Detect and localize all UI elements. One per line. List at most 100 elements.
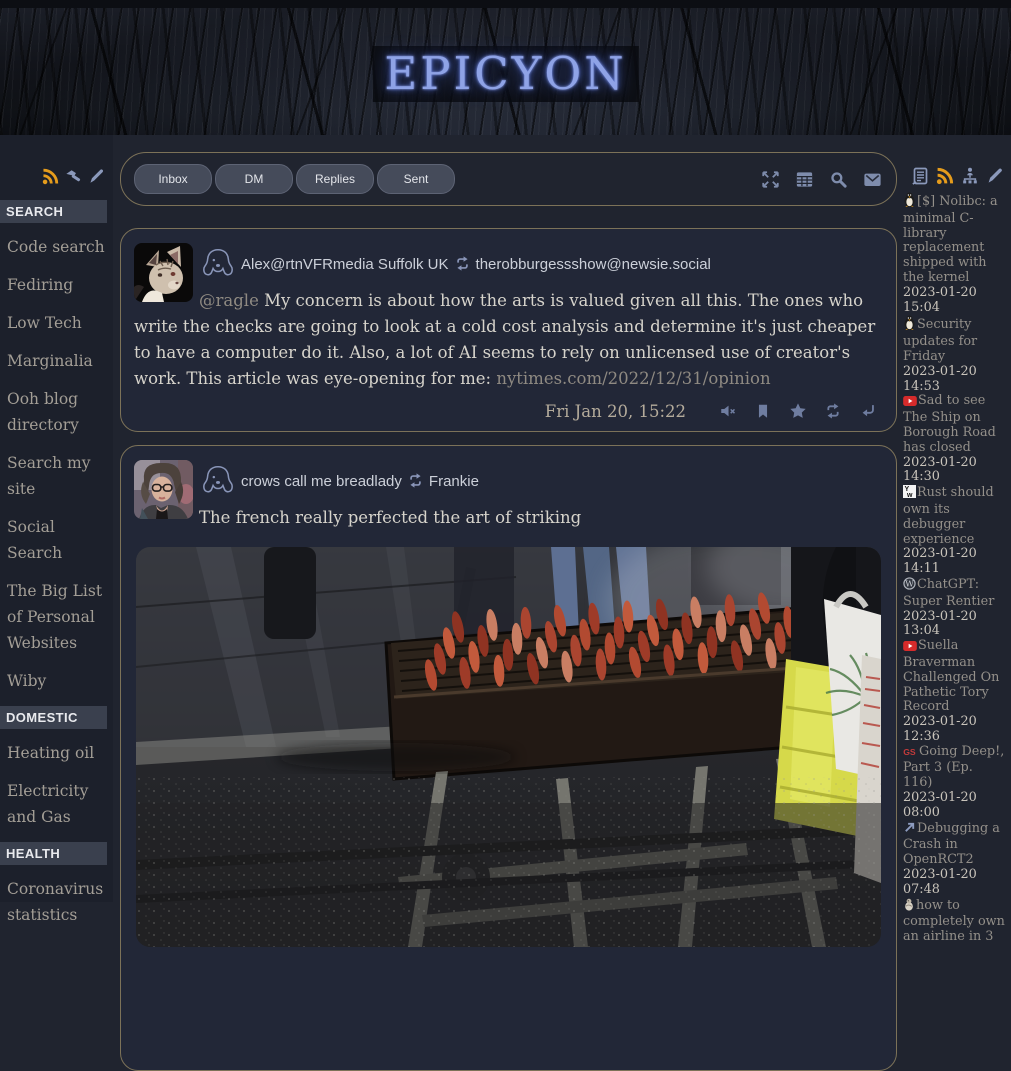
person-dog-icon (199, 244, 237, 282)
top-strip (0, 0, 1011, 8)
tab-dm[interactable]: DM (215, 164, 293, 194)
newswire-item: GSGoing Deep!, Part 3 (Ep. 116)2023-01-2… (903, 745, 1005, 821)
post-photo[interactable] (136, 547, 881, 947)
newswire-item-date: 2023-01-20 08:00 (903, 791, 1005, 821)
sidebar-link[interactable]: Ooh blog directory (7, 386, 109, 438)
links-sidebar-icons (0, 135, 113, 194)
newswire-item: WChatGPT: Super Rentier2023-01-20 13:04 (903, 577, 1005, 639)
youtube-icon (903, 641, 917, 656)
post-timestamp[interactable]: Fri Jan 20, 15:22 (545, 402, 686, 421)
penguin-icon (903, 315, 916, 335)
sidebar-link[interactable]: Heating oil (7, 740, 109, 766)
pen-icon[interactable] (985, 166, 1005, 186)
newswire-item-date: 2023-01-20 14:11 (903, 547, 1005, 577)
post-footer: Fri Jan 20, 15:22 (134, 402, 883, 421)
share-tree-icon[interactable] (960, 166, 980, 186)
envelope-icon[interactable] (862, 169, 883, 190)
newswire-item: how to completely own an airline in 3 (903, 898, 1005, 945)
rss-icon[interactable] (935, 166, 955, 186)
sidebar-heading-domestic: DOMESTIC (0, 706, 107, 729)
svg-text:w: w (906, 492, 913, 499)
rss-icon[interactable] (41, 167, 60, 186)
sidebar-link[interactable]: Marginalia (7, 348, 109, 374)
penguin-icon (903, 192, 916, 212)
expand-icon[interactable] (760, 169, 781, 190)
youtube-icon (903, 396, 917, 411)
post-card: crows call me breadlady Frankie The frenc… (120, 445, 897, 1071)
pen-icon[interactable] (87, 167, 106, 186)
svg-text:W: W (905, 578, 914, 588)
post-card: Alex@rtnVFRmedia Suffolk UK therobburgess… (120, 228, 897, 432)
tab-replies[interactable]: Replies (296, 164, 374, 194)
wordpress-icon: W (903, 577, 916, 595)
post-link[interactable]: nytimes.com/2022/12/31/opinion (496, 369, 770, 388)
boost-icon (407, 472, 424, 489)
reply-icon[interactable] (859, 402, 877, 420)
repeat-icon[interactable] (824, 402, 842, 420)
post-body: The french really perfected the art of s… (134, 505, 883, 531)
sidebar-heading-search: SEARCH (0, 200, 107, 223)
person-dog-icon (199, 461, 237, 499)
bookmark-icon[interactable] (754, 402, 772, 420)
bird-icon (903, 898, 915, 916)
yw-icon: Yw (903, 485, 916, 503)
newswire-icons (903, 152, 1007, 192)
sidebar-link[interactable]: The Big List of Personal Websites (7, 578, 109, 656)
search-icon[interactable] (828, 169, 849, 190)
post-recipient[interactable]: therobburgessshow@newsie.social (476, 256, 711, 273)
sidebar-link[interactable]: Coronavirus statistics (7, 876, 109, 928)
newswire-item-title[interactable]: how to completely own an airline in 3 (903, 898, 1005, 945)
newswire-item: Suella Braverman Challenged On Pathetic … (903, 639, 1005, 745)
sidebar-link[interactable]: Low Tech (7, 310, 109, 336)
table-icon[interactable] (794, 169, 815, 190)
newswire-list: [$] Nolibc: a minimal C-library replacem… (903, 192, 1007, 945)
avatar[interactable] (134, 243, 193, 302)
newswire-item-title[interactable]: Rust should own its debugger experience (903, 485, 994, 546)
post-recipient[interactable]: Frankie (429, 473, 479, 490)
gs-icon: GS (903, 747, 918, 762)
newswire-item-date: 2023-01-20 14:53 (903, 365, 1005, 395)
mute-icon[interactable] (719, 402, 737, 420)
sidebar-link[interactable]: Code search (7, 234, 109, 260)
post-author-row: Alex@rtnVFRmedia Suffolk UK therobburgess… (134, 243, 883, 286)
newswire-item-date: 2023-01-20 07:48 (903, 868, 1005, 898)
newswire-item-date: 2023-01-20 13:04 (903, 610, 1005, 640)
newswire-item-date: 2023-01-20 12:36 (903, 715, 1005, 745)
sidebar-link[interactable]: Wiby (7, 668, 109, 694)
newswire-column: [$] Nolibc: a minimal C-library replacem… (903, 152, 1007, 945)
timeline-tabbar: InboxDMRepliesSent (120, 152, 897, 206)
newswire-item: [$] Nolibc: a minimal C-library replacem… (903, 192, 1005, 315)
sidebar-link[interactable]: Fediring (7, 272, 109, 298)
site-banner[interactable]: EPICYON (0, 8, 1011, 135)
newswire-item-title[interactable]: Suella Braverman Challenged On Pathetic … (903, 638, 999, 714)
post-body: @ragle My concern is about how the arts … (134, 288, 883, 392)
newswire-item-title[interactable]: [$] Nolibc: a minimal C-library replacem… (903, 194, 998, 285)
post-author-row: crows call me breadlady Frankie (134, 460, 883, 503)
newswire-item: Debugging a Crash in OpenRCT22023-01-20 … (903, 821, 1005, 898)
tab-sent[interactable]: Sent (377, 164, 455, 194)
site-title: EPICYON (372, 46, 638, 102)
newswire-item: Security updates for Friday2023-01-20 14… (903, 315, 1005, 394)
boost-icon (454, 255, 471, 272)
arrow-icon (903, 821, 916, 839)
tab-inbox[interactable]: Inbox (134, 164, 212, 194)
newswire-item-title[interactable]: Debugging a Crash in OpenRCT2 (903, 821, 1000, 868)
newswire-item: Sad to see The Ship on Borough Road has … (903, 394, 1005, 485)
newswire-item-date: 2023-01-20 15:04 (903, 286, 1005, 316)
post-author[interactable]: Alex@rtnVFRmedia Suffolk UK (241, 256, 449, 273)
newswire-item-date: 2023-01-20 14:30 (903, 456, 1005, 486)
timeline-column: InboxDMRepliesSent (120, 152, 897, 1071)
newswire-item-title[interactable]: Going Deep!, Part 3 (Ep. 116) (903, 744, 1004, 791)
tabbar-icons (760, 169, 883, 190)
newswire-item-title[interactable]: ChatGPT: Super Rentier (903, 577, 994, 609)
newswire-doc-icon[interactable] (910, 166, 930, 186)
mention-link[interactable]: @ragle (199, 291, 259, 310)
avatar[interactable] (134, 460, 193, 519)
sidebar-link[interactable]: Search my site (7, 450, 109, 502)
star-icon[interactable] (789, 402, 807, 420)
sidebar-link[interactable]: Electricity and Gas (7, 778, 109, 830)
post-author[interactable]: crows call me breadlady (241, 473, 402, 490)
hammer-icon[interactable] (64, 167, 83, 186)
sidebar-link[interactable]: Social Search (7, 514, 109, 566)
links-sidebar: SEARCH Code search Fediring Low Tech Margina… (0, 135, 113, 902)
